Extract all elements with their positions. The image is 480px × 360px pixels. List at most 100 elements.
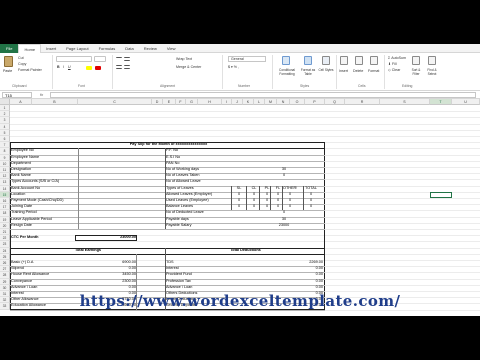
worksheet-grid[interactable]: A B C D E F G H I J K L M N O P Q R S T U 1 2 3 4 5 6 7 8 9 10 11 12 13 14… [0, 99, 480, 316]
italic-button[interactable]: I [63, 65, 64, 69]
column-header[interactable]: C [78, 99, 152, 105]
format-as-table-icon[interactable] [304, 56, 312, 65]
column-header[interactable]: S [380, 99, 430, 105]
tab-data[interactable]: Data [120, 44, 138, 53]
gridline [10, 111, 480, 113]
formula-input[interactable] [50, 92, 476, 98]
conditional-formatting-button[interactable]: Conditional Formatting [276, 68, 298, 76]
paste-button[interactable]: Paste [3, 69, 12, 73]
group-divider [336, 55, 337, 89]
align-top-icon[interactable] [116, 57, 122, 61]
column-header[interactable]: O [290, 99, 305, 105]
fx-icon[interactable]: fx [40, 91, 43, 99]
column-header[interactable]: R [345, 99, 380, 105]
column-header[interactable]: P [305, 99, 325, 105]
paste-icon[interactable] [4, 56, 13, 67]
wrap-text-button[interactable]: Wrap Text [176, 57, 192, 61]
video-frame: File Home Insert Page Layout Formulas Da… [0, 0, 480, 360]
font-size-box[interactable] [94, 56, 106, 62]
column-header[interactable]: Q [325, 99, 345, 105]
column-header[interactable]: D [152, 99, 163, 105]
font-name-box[interactable] [56, 56, 92, 62]
column-header[interactable]: E [163, 99, 176, 105]
copy-button[interactable]: Copy [18, 62, 26, 66]
format-painter-button[interactable]: Format Painter [18, 68, 42, 72]
format-cells-button[interactable]: Format [368, 69, 379, 73]
find-select-button[interactable]: Find & Select [424, 68, 440, 76]
clear-button[interactable]: ◇ Clear [388, 68, 400, 72]
tab-review[interactable]: Review [139, 44, 162, 53]
conditional-formatting-icon[interactable] [282, 56, 290, 65]
group-divider [222, 55, 223, 89]
leave-grid-line [282, 185, 283, 211]
group-divider [112, 55, 113, 89]
sort-filter-button[interactable]: Sort & Filter [408, 68, 424, 76]
column-header[interactable]: L [254, 99, 265, 105]
column-header[interactable]: J [232, 99, 243, 105]
info-divider [78, 148, 79, 229]
align-left-icon[interactable] [116, 65, 122, 69]
leaves-taken-value[interactable]: 0 [277, 173, 291, 179]
ribbon-home: Paste Cut Copy Format Painter Clipboard … [0, 53, 480, 91]
balance-leave-value[interactable]: 0 [304, 204, 318, 210]
find-select-icon[interactable] [428, 56, 436, 65]
tab-insert[interactable]: Insert [41, 44, 61, 53]
info-divider [165, 148, 166, 229]
format-cells-icon[interactable] [370, 56, 378, 65]
number-group-label: Number [238, 84, 251, 88]
editing-group-label: Editing [402, 84, 413, 88]
gridline [10, 123, 480, 125]
cut-button[interactable]: Cut [18, 56, 24, 60]
leave-grid-line [246, 185, 247, 211]
insert-cells-button[interactable]: Insert [339, 69, 348, 73]
column-header[interactable]: K [243, 99, 254, 105]
delete-cells-button[interactable]: Delete [353, 69, 363, 73]
row-rule [166, 229, 325, 230]
merge-center-button[interactable]: Merge & Center [176, 65, 201, 69]
ribbon-tabs: File Home Insert Page Layout Formulas Da… [0, 44, 480, 53]
sort-filter-icon[interactable] [412, 56, 420, 65]
column-header[interactable]: U [452, 99, 480, 105]
tab-view[interactable]: View [162, 44, 181, 53]
column-header[interactable]: F [176, 99, 186, 105]
autosum-button[interactable]: Σ AutoSum [388, 56, 406, 60]
delete-cells-icon[interactable] [355, 56, 363, 65]
tab-formulas[interactable]: Formulas [94, 44, 121, 53]
align-center-icon[interactable] [124, 65, 130, 69]
column-header[interactable]: H [198, 99, 222, 105]
tab-file[interactable]: File [0, 44, 19, 53]
column-header[interactable]: N [277, 99, 290, 105]
number-format-dropdown[interactable]: General [228, 56, 266, 62]
balance-leave-value[interactable]: 0 [232, 204, 246, 210]
active-cell[interactable] [430, 191, 452, 198]
font-color-icon[interactable] [95, 66, 101, 70]
name-box[interactable]: T15 [2, 92, 32, 98]
insert-cells-icon[interactable] [340, 56, 348, 65]
font-group-label: Font [78, 84, 85, 88]
column-header[interactable]: T [430, 99, 452, 105]
ctc-label[interactable]: CTC Per Month [11, 235, 71, 241]
format-as-table-button[interactable]: Format as Table [298, 68, 318, 76]
column-header[interactable]: B [32, 99, 78, 105]
excel-window: File Home Insert Page Layout Formulas Da… [0, 44, 480, 316]
fill-color-icon[interactable] [86, 66, 92, 70]
cell-styles-icon[interactable] [322, 56, 330, 65]
bold-button[interactable]: B [57, 65, 60, 69]
column-header[interactable]: G [186, 99, 198, 105]
tab-page-layout[interactable]: Page Layout [61, 44, 93, 53]
currency-button[interactable]: $ ▾ % , [228, 65, 239, 69]
underline-button[interactable]: U [68, 65, 71, 69]
payable-salary-value[interactable]: 23000 [273, 223, 295, 229]
fill-button[interactable]: ⬇ Fill [388, 62, 397, 66]
gridline [10, 117, 480, 119]
cell-styles-button[interactable]: Cell Styles [318, 68, 334, 73]
alignment-group-label: Alignment [160, 84, 176, 88]
align-middle-icon[interactable] [124, 57, 130, 61]
column-header[interactable]: M [265, 99, 277, 105]
leave-grid-line [303, 185, 304, 211]
tab-home[interactable]: Home [18, 44, 42, 53]
column-header[interactable]: A [10, 99, 32, 105]
leave-grid-line [270, 185, 271, 211]
column-header[interactable]: I [222, 99, 232, 105]
clipboard-group-label: Clipboard [12, 84, 27, 88]
